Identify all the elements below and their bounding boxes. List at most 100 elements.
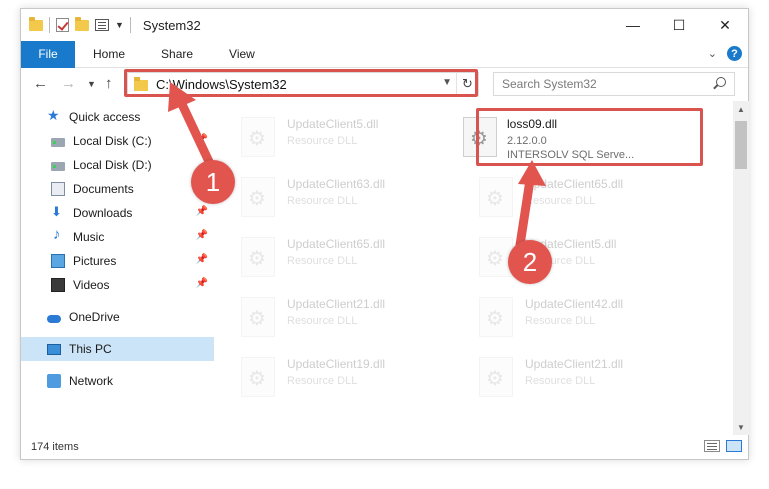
- file-item[interactable]: UpdateClient21.dll Resource DLL: [459, 349, 684, 403]
- sidebar-item-label: Local Disk (C:): [73, 134, 152, 148]
- file-explorer-window: ▼ System32 — ☐ ✕ File Home Share View ⌄ …: [20, 8, 749, 460]
- up-arrow-icon[interactable]: ↑: [105, 75, 113, 92]
- vertical-scrollbar[interactable]: ▲ ▼: [733, 101, 749, 435]
- file-item[interactable]: UpdateClient19.dll Resource DLL: [221, 349, 446, 403]
- file-item[interactable]: UpdateClient65.dll Resource DLL: [459, 169, 684, 223]
- sidebar-item-quick-access[interactable]: Quick access: [21, 105, 214, 129]
- file-type: Resource DLL: [525, 375, 596, 387]
- address-history-chevron-down-icon[interactable]: ▼: [442, 77, 452, 88]
- address-bar[interactable]: C:\Windows\System32 ▼ ↻: [127, 72, 479, 96]
- sidebar-item-label: Quick access: [69, 110, 141, 124]
- file-description: INTERSOLV SQL Serve...: [507, 149, 635, 161]
- new-folder-icon[interactable]: [75, 16, 89, 31]
- forward-arrow-icon[interactable]: →: [61, 75, 76, 92]
- sidebar-item-local-disk-d[interactable]: Local Disk (D:): [21, 153, 214, 177]
- file-name: UpdateClient63.dll: [287, 177, 386, 191]
- view-options-icon[interactable]: [95, 19, 109, 31]
- file-type: Resource DLL: [525, 315, 596, 327]
- videos-icon: [51, 278, 65, 292]
- sidebar-item-label: Downloads: [73, 206, 133, 220]
- sidebar-item-videos[interactable]: Videos 📌: [21, 273, 214, 297]
- sidebar-item-label: Videos: [73, 278, 110, 292]
- customize-toolbar-chevron-down-icon[interactable]: ▼: [115, 20, 124, 30]
- sidebar-item-onedrive[interactable]: OneDrive: [21, 305, 214, 329]
- sidebar-item-label: Network: [69, 374, 114, 388]
- pin-icon[interactable]: 📌: [196, 278, 208, 289]
- step-1-badge: 1: [191, 160, 235, 204]
- details-view-icon[interactable]: [704, 440, 720, 452]
- pin-icon[interactable]: 📌: [196, 206, 208, 217]
- file-item[interactable]: UpdateClient42.dll Resource DLL: [459, 289, 684, 343]
- sidebar-item-music[interactable]: Music 📌: [21, 225, 214, 249]
- minimize-button[interactable]: —: [610, 9, 656, 41]
- search-input[interactable]: Search System32: [493, 72, 735, 96]
- navigation-row: ← → ▼ ↑ C:\Windows\System32 ▼ ↻ Search S…: [21, 69, 748, 99]
- file-version: 2.12.0.0: [507, 135, 547, 147]
- recent-locations-chevron-down-icon[interactable]: ▼: [87, 79, 96, 89]
- search-placeholder: Search System32: [502, 77, 597, 91]
- dll-gear-icon: [241, 177, 275, 217]
- file-type: Resource DLL: [525, 195, 596, 207]
- scroll-up-arrow-icon[interactable]: ▲: [733, 101, 749, 117]
- file-item-highlighted[interactable]: loss09.dll 2.12.0.0 INTERSOLV SQL Serve.…: [459, 109, 684, 163]
- pictures-icon: [51, 254, 65, 268]
- pin-icon[interactable]: 📌: [196, 254, 208, 265]
- dll-gear-icon: [241, 297, 275, 337]
- file-type: Resource DLL: [287, 135, 358, 147]
- sidebar-item-pictures[interactable]: Pictures 📌: [21, 249, 214, 273]
- file-name: UpdateClient65.dll: [287, 237, 386, 251]
- computer-icon: [47, 343, 61, 355]
- drive-icon: [51, 138, 65, 147]
- tab-view[interactable]: View: [211, 41, 273, 68]
- pin-icon[interactable]: 📌: [196, 230, 208, 241]
- sidebar-item-downloads[interactable]: Downloads 📌: [21, 201, 214, 225]
- tiles-view-icon[interactable]: [726, 440, 742, 452]
- tab-file[interactable]: File: [21, 40, 75, 68]
- sidebar-item-this-pc[interactable]: This PC: [21, 337, 214, 361]
- step-2-badge: 2: [508, 240, 552, 284]
- address-path[interactable]: C:\Windows\System32: [156, 77, 287, 92]
- expand-ribbon-chevron-down-icon[interactable]: ⌄: [708, 47, 717, 60]
- properties-icon[interactable]: [56, 18, 69, 32]
- file-item[interactable]: UpdateClient63.dll Resource DLL: [221, 169, 446, 223]
- quick-access-toolbar: ▼: [29, 16, 131, 33]
- pin-icon[interactable]: 📌: [196, 134, 208, 145]
- ribbon-right-controls: ⌄ ?: [708, 46, 742, 61]
- file-item[interactable]: UpdateClient5.dll Resource DLL: [459, 229, 684, 283]
- downloads-icon: [51, 204, 65, 220]
- help-icon[interactable]: ?: [727, 46, 742, 61]
- maximize-button[interactable]: ☐: [656, 9, 702, 41]
- back-arrow-icon[interactable]: ←: [33, 75, 48, 92]
- toolbar-divider: [129, 17, 131, 33]
- music-icon: [51, 226, 65, 244]
- tab-home[interactable]: Home: [75, 41, 143, 68]
- refresh-icon[interactable]: ↻: [456, 73, 478, 95]
- file-item[interactable]: UpdateClient5.dll Resource DLL: [221, 109, 446, 163]
- cloud-icon: [47, 315, 61, 323]
- sidebar-item-label: Music: [73, 230, 105, 244]
- window-controls: — ☐ ✕: [610, 9, 748, 41]
- file-type: Resource DLL: [287, 195, 358, 207]
- sidebar-item-label: Local Disk (D:): [73, 158, 152, 172]
- scrollbar-thumb[interactable]: [735, 121, 747, 169]
- sidebar-item-network[interactable]: Network: [21, 369, 214, 393]
- close-button[interactable]: ✕: [702, 9, 748, 41]
- file-item[interactable]: UpdateClient21.dll Resource DLL: [221, 289, 446, 343]
- file-name: UpdateClient21.dll: [287, 297, 386, 311]
- sidebar-item-label: Pictures: [73, 254, 117, 268]
- file-name: UpdateClient65.dll: [525, 177, 624, 191]
- file-name: UpdateClient5.dll: [287, 117, 379, 131]
- documents-icon: [51, 182, 65, 196]
- sidebar-item-local-disk-c[interactable]: Local Disk (C:) 📌: [21, 129, 214, 153]
- star-icon: [47, 107, 61, 124]
- ribbon-tabs: File Home Share View ⌄ ?: [21, 40, 748, 68]
- file-type: Resource DLL: [287, 315, 358, 327]
- file-name: UpdateClient42.dll: [525, 297, 624, 311]
- sidebar-item-documents[interactable]: Documents: [21, 177, 214, 201]
- dll-gear-icon: [479, 357, 513, 397]
- dll-gear-icon: [241, 117, 275, 157]
- scroll-down-arrow-icon[interactable]: ▼: [733, 419, 749, 435]
- tab-share[interactable]: Share: [143, 41, 211, 68]
- file-item[interactable]: UpdateClient65.dll Resource DLL: [221, 229, 446, 283]
- dll-gear-icon: [241, 357, 275, 397]
